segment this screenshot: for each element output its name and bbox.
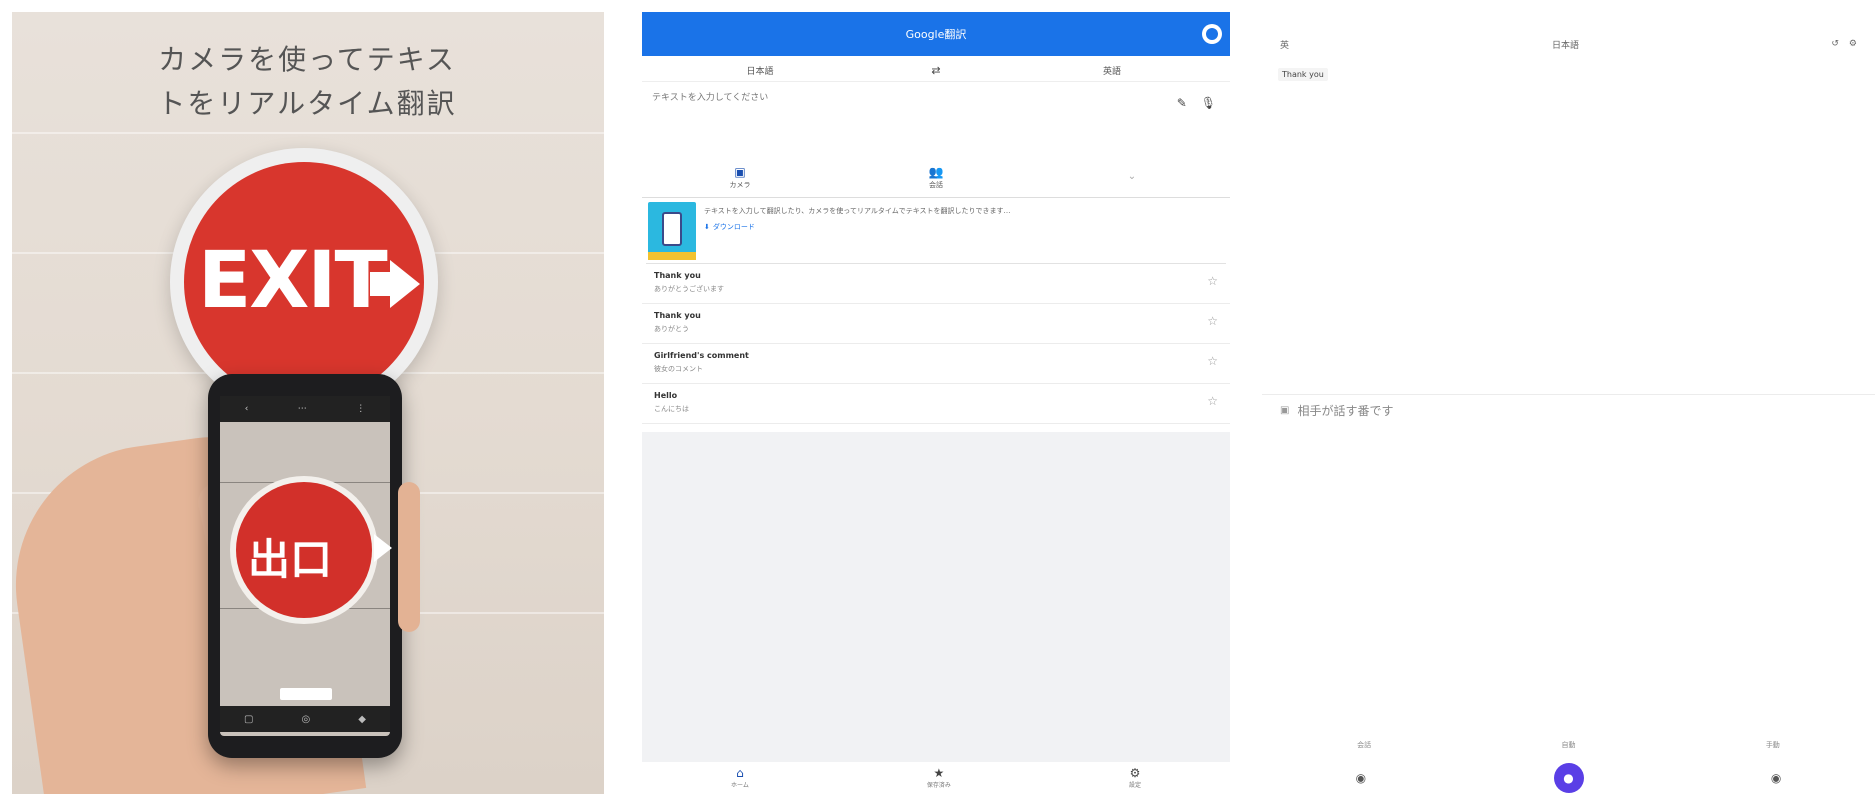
speaker-icon: ▣	[1280, 405, 1290, 416]
star-icon[interactable]: ☆	[1207, 394, 1218, 408]
more-icon: ⌄	[1127, 171, 1137, 182]
history-item[interactable]: Girlfriend's comment 彼女のコメント ☆	[642, 344, 1230, 384]
pen-icon[interactable]: ✎	[1177, 96, 1187, 110]
star-icon[interactable]: ☆	[1207, 314, 1218, 328]
history-source: Thank you	[654, 271, 701, 280]
banner-text: テキストを入力して翻訳したり、カメラを使ってリアルタイムでテキストを翻訳したりで…	[704, 207, 1011, 215]
language-right-button[interactable]: 日本語	[1552, 38, 1579, 51]
mic-icon: ●	[1563, 771, 1574, 785]
divider	[1262, 394, 1875, 395]
empty-area	[642, 432, 1230, 762]
text-input-area[interactable]: テキストを入力してください ✎ 🎙	[642, 84, 1230, 156]
input-placeholder: テキストを入力してください	[652, 93, 769, 103]
nav-home[interactable]: ⌂ ホーム	[731, 767, 749, 789]
history-source: Girlfriend's comment	[654, 351, 749, 360]
history-item[interactable]: Hello こんにちは ☆	[642, 384, 1230, 424]
phone-camera-toolbar: ‹ ⋯ ⋮	[220, 396, 390, 422]
history-item[interactable]: Thank you ありがとう ☆	[642, 304, 1230, 344]
exit-arrow-icon	[390, 260, 420, 308]
screenshot-root: カメラを使ってテキス トをリアルタイム翻訳 EXIT ‹ ⋯ ⋮ 出口 ▢ ◎ …	[0, 0, 1875, 794]
fingers-image	[398, 482, 420, 632]
account-avatar[interactable]	[1202, 24, 1222, 44]
conversation-bottom-bar: ◉ ● ◉	[1262, 758, 1875, 794]
input-icon-group: ✎ 🎙	[1177, 96, 1216, 110]
language-selector-row: 日本語 ⇄ 英語	[642, 60, 1230, 82]
promo-title: カメラを使ってテキス トをリアルタイム翻訳	[157, 43, 457, 120]
mode-label: 会話	[929, 180, 943, 189]
nav-label: ホーム	[731, 782, 749, 789]
flash-icon[interactable]: ◆	[358, 714, 366, 725]
mode-label: カメラ	[729, 180, 751, 189]
download-link[interactable]: ⬇ ダウンロード	[704, 222, 755, 232]
nav-label: 設定	[1128, 782, 1141, 789]
banner-thumbnail	[648, 202, 696, 260]
history-source: Hello	[654, 391, 678, 400]
phone-illustration-icon	[662, 212, 682, 246]
promo-panel: カメラを使ってテキス トをリアルタイム翻訳 EXIT ‹ ⋯ ⋮ 出口 ▢ ◎ …	[12, 12, 604, 794]
camera-icon: ▣	[734, 164, 746, 179]
app-title: Google翻訳	[905, 28, 967, 41]
gallery-icon[interactable]: ▢	[244, 714, 253, 725]
more-icon: ⋮	[356, 404, 366, 414]
history-source: Thank you	[654, 311, 701, 320]
language-left-button[interactable]: 英	[1280, 38, 1289, 51]
history-list: Thank you ありがとうございます ☆ Thank you ありがとう ☆…	[642, 264, 1230, 424]
history-translation: こんにちは	[654, 405, 689, 413]
mic-button[interactable]: ●	[1553, 763, 1584, 793]
screen-caption-chip	[280, 688, 332, 700]
settings-icon[interactable]: ⚙	[1849, 39, 1857, 49]
exit-sign-text: EXIT	[198, 236, 388, 326]
swap-icon[interactable]: ⇄	[878, 64, 994, 77]
nav-label: 保存済み	[926, 782, 951, 789]
star-icon[interactable]: ☆	[1207, 354, 1218, 368]
source-text-chip: Thank you	[1278, 68, 1328, 81]
home-icon: ⌂	[736, 766, 744, 780]
history-icon[interactable]: ↺	[1831, 39, 1839, 49]
star-icon[interactable]: ☆	[1207, 274, 1218, 288]
mode-conversation[interactable]: 👥 会話	[838, 158, 1034, 197]
back-icon: ‹	[244, 404, 249, 414]
mic-right-icon[interactable]: ◉	[1771, 771, 1781, 785]
top-icon-group: ↺ ⚙	[1831, 39, 1857, 49]
settings-icon: ⚙	[1129, 766, 1141, 780]
mic-icon[interactable]: 🎙	[1201, 96, 1216, 110]
partner-prompt: ▣ 相手が話す番です	[1280, 402, 1393, 419]
history-translation: ありがとうございます	[654, 285, 724, 293]
download-icon: ⬇	[704, 223, 710, 231]
nav-saved[interactable]: ★ 保存済み	[927, 767, 951, 789]
mic-left-icon[interactable]: ◉	[1356, 771, 1366, 785]
conversation-top-bar: 英 日本語 ↺ ⚙	[1262, 32, 1875, 56]
screen-arrow-icon	[374, 534, 392, 562]
mode-tabs: ▣ カメラ 👥 会話 ⌄	[642, 158, 1230, 198]
star-icon: ★	[933, 766, 945, 780]
partner-prompt-text: 相手が話す番です	[1297, 404, 1394, 418]
app-header: Google翻訳	[642, 12, 1230, 56]
source-language-button[interactable]: 日本語	[642, 64, 878, 77]
translate-home-screen: Google翻訳 日本語 ⇄ 英語 テキストを入力してください ✎ 🎙 ▣ カメ…	[642, 12, 1230, 794]
download-label: ダウンロード	[712, 223, 755, 231]
menu-dots-icon: ⋯	[297, 404, 307, 414]
target-language-button[interactable]: 英語	[994, 64, 1230, 77]
mode-tab[interactable]: 手動	[1766, 740, 1780, 754]
wood-plank-line	[12, 132, 604, 134]
mode-tab[interactable]: 会話	[1357, 740, 1371, 754]
translated-sign-text: 出口	[248, 535, 333, 584]
conversation-icon: 👥	[928, 164, 944, 179]
history-item[interactable]: Thank you ありがとうございます ☆	[642, 264, 1230, 304]
bottom-navigation: ⌂ ホーム ★ 保存済み ⚙ 設定	[642, 762, 1230, 794]
banner-strip	[648, 252, 696, 260]
mode-camera[interactable]: ▣ カメラ	[642, 158, 838, 197]
history-translation: ありがとう	[654, 325, 689, 333]
promo-banner[interactable]: テキストを入力して翻訳したり、カメラを使ってリアルタイムでテキストを翻訳したりで…	[646, 198, 1226, 264]
mode-tab[interactable]: 自動	[1561, 740, 1575, 754]
conversation-mode-tabs: 会話 自動 手動	[1262, 740, 1875, 754]
phone-bottom-toolbar: ▢ ◎ ◆	[220, 706, 390, 732]
mode-more[interactable]: ⌄	[1034, 158, 1230, 197]
shutter-icon[interactable]: ◎	[302, 714, 311, 725]
history-translation: 彼女のコメント	[654, 365, 703, 373]
nav-settings[interactable]: ⚙ 設定	[1129, 767, 1141, 789]
conversation-screen: 英 日本語 ↺ ⚙ Thank you ▣ 相手が話す番です 会話 自動 手動 …	[1262, 12, 1875, 794]
avatar-icon	[1206, 28, 1218, 40]
